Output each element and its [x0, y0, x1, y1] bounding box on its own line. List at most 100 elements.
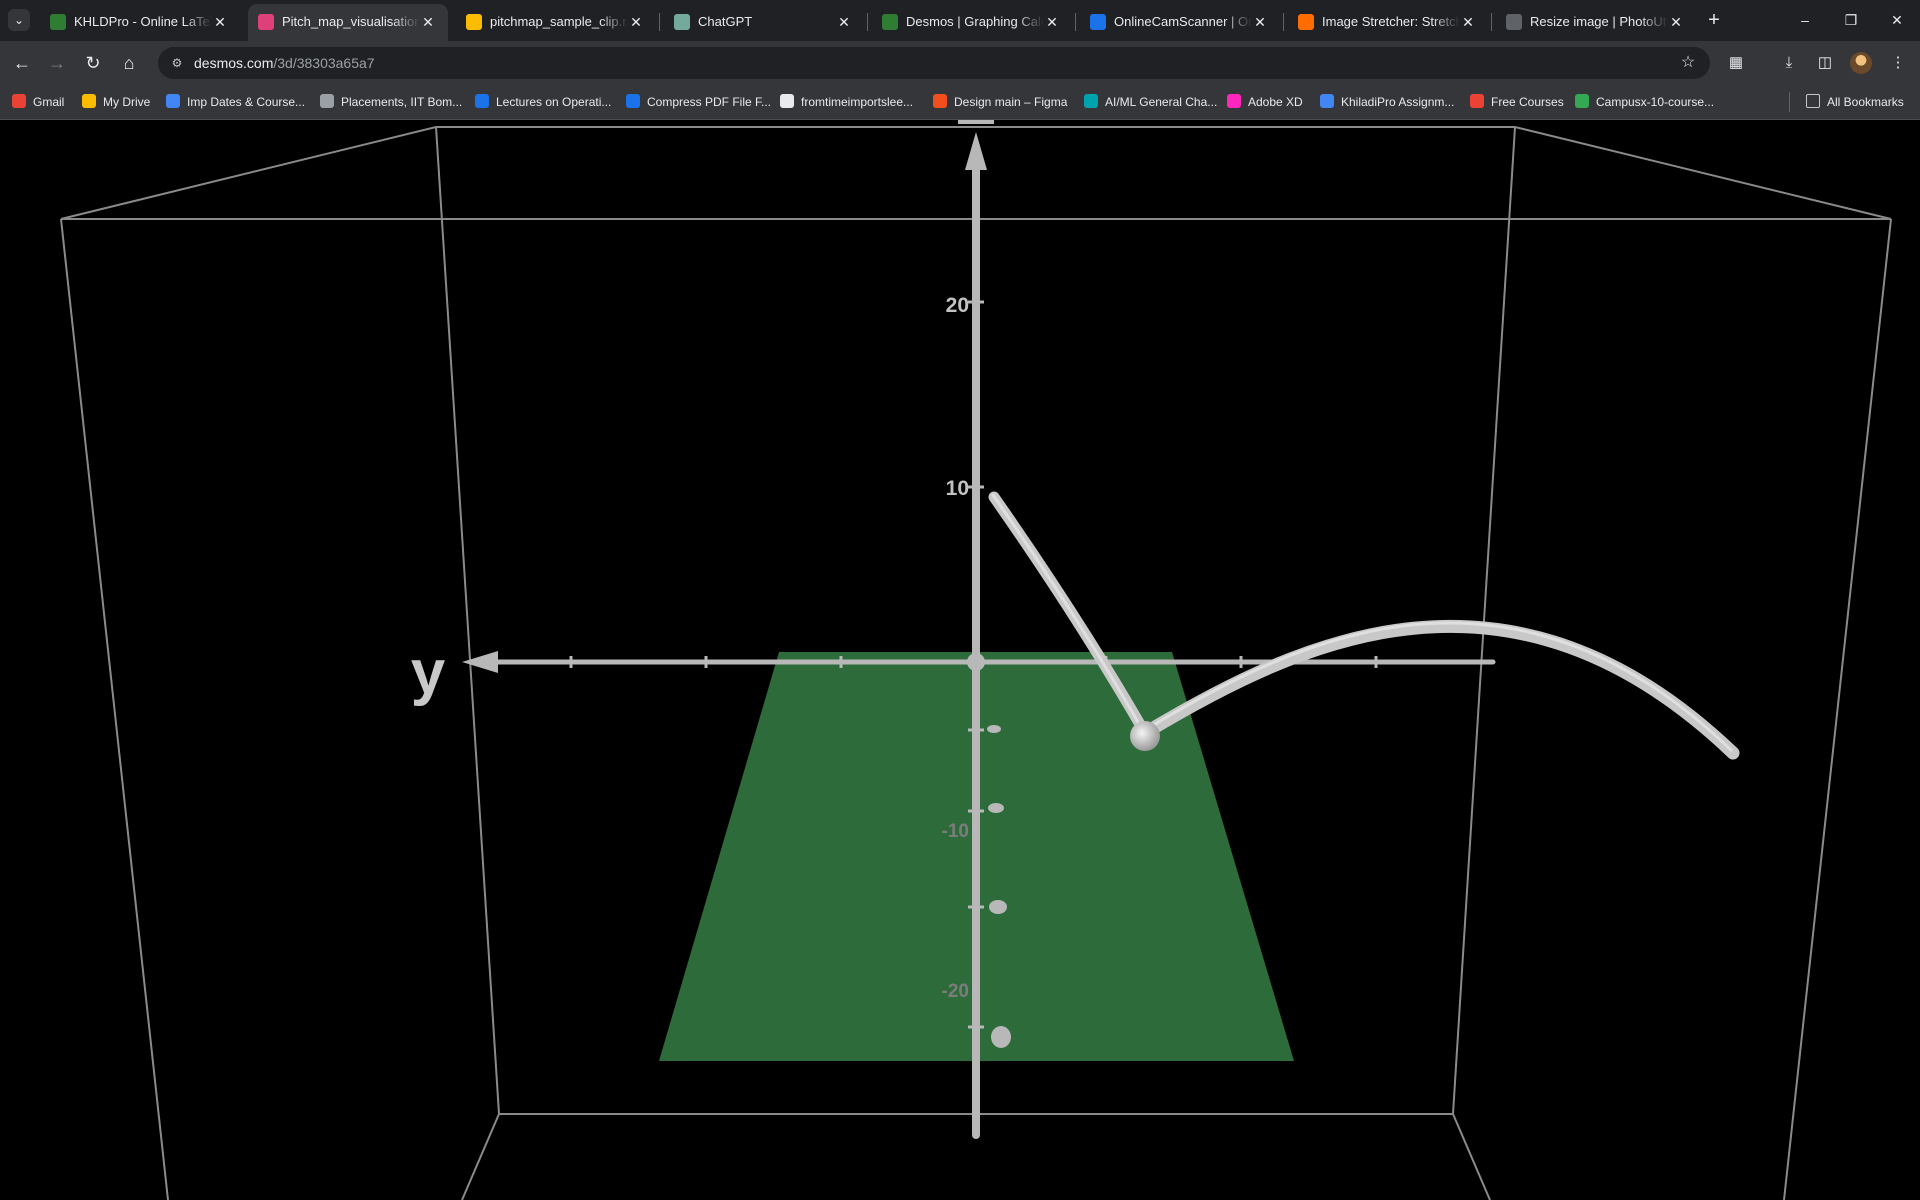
tab-separator: [867, 13, 868, 31]
tab-2[interactable]: Pitch_map_visualisation_ (1)✕: [248, 4, 448, 41]
extensions-icon[interactable]: ▦: [1726, 53, 1746, 73]
bookmark-3[interactable]: Imp Dates & Course...: [166, 93, 305, 111]
reload-button[interactable]: ↻: [79, 49, 107, 77]
bookmark-favicon-icon: [780, 94, 794, 108]
profile-avatar[interactable]: [1850, 52, 1872, 74]
bookmark-8[interactable]: Design main – Figma: [933, 93, 1067, 111]
bookmark-label: Placements, IIT Bom...: [341, 95, 463, 109]
tab-7[interactable]: Image Stretcher: Stretch Image✕: [1288, 4, 1488, 41]
tab-1[interactable]: KHLDPro - Online LaTeX Editor✕: [40, 4, 240, 41]
tab-favicon-icon: [1298, 14, 1314, 30]
close-window-button[interactable]: ✕: [1874, 6, 1920, 34]
bookmark-label: Gmail: [33, 95, 65, 109]
bookmark-favicon-icon: [475, 94, 489, 108]
all-bookmarks[interactable]: All Bookmarks: [1806, 93, 1904, 111]
graph-svg[interactable]: y 20 10 -10 -20: [0, 120, 1920, 1200]
address-bar[interactable]: ⚙ desmos.com/3d/38303a65a7 ☆: [158, 47, 1710, 79]
bookmarks-bar: Gmail My Drive Imp Dates & Course... Placem…: [0, 85, 1920, 120]
tab-separator: [1075, 13, 1076, 31]
tab-favicon-icon: [1506, 14, 1522, 30]
tab-close-icon[interactable]: ✕: [1460, 14, 1476, 30]
bookmark-9[interactable]: AI/ML General Cha...: [1084, 93, 1217, 111]
tab-close-icon[interactable]: ✕: [1044, 14, 1060, 30]
tick-label-10: 10: [946, 477, 969, 500]
bookmark-6[interactable]: Compress PDF File F...: [626, 93, 771, 111]
bookmark-favicon-icon: [1227, 94, 1241, 108]
bookmark-label: Campusx-10-course...: [1596, 95, 1715, 109]
tab-close-icon[interactable]: ✕: [1668, 14, 1684, 30]
box-edge-bottom-right: [1452, 1113, 1491, 1200]
bookmark-7[interactable]: fromtimeimportslee...: [780, 93, 913, 111]
tab-search-button[interactable]: ⌄: [8, 9, 30, 31]
tab-title: ChatGPT: [698, 14, 753, 29]
bookmark-13[interactable]: Campusx-10-course...: [1575, 93, 1714, 111]
tab-8[interactable]: Resize image | PhotoUtils ✕: [1496, 4, 1696, 41]
tab-separator: [659, 13, 660, 31]
bookmark-favicon-icon: [82, 94, 96, 108]
tab-title: Desmos | Graphing Calculator: [906, 14, 1044, 29]
tab-separator: [1283, 13, 1284, 31]
tab-favicon-icon: [1090, 14, 1106, 30]
tab-4[interactable]: ChatGPT ✕: [664, 4, 864, 41]
url-path: /3d/38303a65a7: [273, 55, 375, 71]
home-button[interactable]: ⌂: [115, 49, 143, 77]
tab-strip: ⌄ KHLDPro - Online LaTeX Editor✕Pitch_ma…: [0, 0, 1920, 41]
tick-label-20: 20: [946, 294, 969, 317]
tab-close-icon[interactable]: ✕: [628, 14, 644, 30]
bookmarks-separator: [1789, 92, 1790, 112]
desmos-3d-graph-canvas[interactable]: y 20 10 -10 -20: [0, 120, 1920, 1200]
bookmark-4[interactable]: Placements, IIT Bom...: [320, 93, 462, 111]
restore-button[interactable]: ❐: [1828, 6, 1874, 34]
bookmark-label: KhiladiPro Assignm...: [1341, 95, 1455, 109]
browser-toolbar: ← → ↻ ⌂ ⚙ desmos.com/3d/38303a65a7 ☆ ▦ ⤓…: [0, 41, 1920, 85]
tab-3[interactable]: pitchmap_sample_clip.mp4✕: [456, 4, 656, 41]
z-axis-arrowhead: [965, 132, 987, 170]
minimize-button[interactable]: –: [1782, 6, 1828, 34]
tab-favicon-icon: [466, 14, 482, 30]
tab-5[interactable]: Desmos | Graphing Calculator✕: [872, 4, 1072, 41]
tab-6[interactable]: OnlineCamScanner | Online✕: [1080, 4, 1280, 41]
tab-close-icon[interactable]: ✕: [420, 14, 436, 30]
bookmark-label: Lectures on Operati...: [496, 95, 612, 109]
browser-chrome: ⌄ KHLDPro - Online LaTeX Editor✕Pitch_ma…: [0, 0, 1920, 120]
bookmark-favicon-icon: [1320, 94, 1334, 108]
tab-title: Resize image | PhotoUtils: [1530, 14, 1668, 29]
bookmark-favicon-icon: [320, 94, 334, 108]
tab-favicon-icon: [674, 14, 690, 30]
bookmark-label: Design main – Figma: [954, 95, 1068, 109]
all-bookmarks-label: All Bookmarks: [1827, 95, 1904, 109]
new-tab-button[interactable]: +: [1702, 9, 1726, 33]
menu-kebab-icon[interactable]: ⋮: [1888, 53, 1908, 73]
tab-separator: [1491, 13, 1492, 31]
folder-icon: [1806, 94, 1820, 108]
trajectory-after-bounce-segment: [1138, 619, 1740, 760]
bookmark-1[interactable]: Gmail: [12, 93, 64, 111]
tab-close-icon[interactable]: ✕: [212, 14, 228, 30]
bookmark-favicon-icon: [1084, 94, 1098, 108]
forward-button[interactable]: →: [43, 49, 71, 77]
bookmark-10[interactable]: Adobe XD: [1227, 93, 1303, 111]
tab-title: pitchmap_sample_clip.mp4: [490, 14, 628, 29]
tab-favicon-icon: [50, 14, 66, 30]
bookmark-2[interactable]: My Drive: [82, 93, 150, 111]
bookmark-5[interactable]: Lectures on Operati...: [475, 93, 611, 111]
box-edge-top-left: [60, 126, 437, 220]
tab-close-icon[interactable]: ✕: [836, 14, 852, 30]
side-panel-icon[interactable]: ◫: [1815, 53, 1835, 73]
bounce-point-marker: [1130, 721, 1160, 751]
back-button[interactable]: ←: [8, 49, 36, 77]
bookmark-11[interactable]: KhiladiPro Assignm...: [1320, 93, 1454, 111]
box-edge-back-left: [435, 126, 500, 1115]
bookmark-12[interactable]: Free Courses: [1470, 93, 1564, 111]
tab-close-icon[interactable]: ✕: [1252, 14, 1268, 30]
y-axis-arrowhead: [462, 651, 498, 673]
bookmark-label: Adobe XD: [1248, 95, 1303, 109]
bookmark-star-icon[interactable]: ☆: [1678, 53, 1698, 73]
tab-title: Image Stretcher: Stretch Image: [1322, 14, 1460, 29]
downloads-icon[interactable]: ⤓: [1779, 53, 1799, 73]
tab-title: Pitch_map_visualisation_ (1): [282, 14, 420, 29]
box-edge-front-left: [60, 218, 169, 1200]
tab-favicon-icon: [258, 14, 274, 30]
y-axis-label: y: [411, 638, 446, 707]
site-info-icon[interactable]: ⚙: [168, 54, 186, 72]
